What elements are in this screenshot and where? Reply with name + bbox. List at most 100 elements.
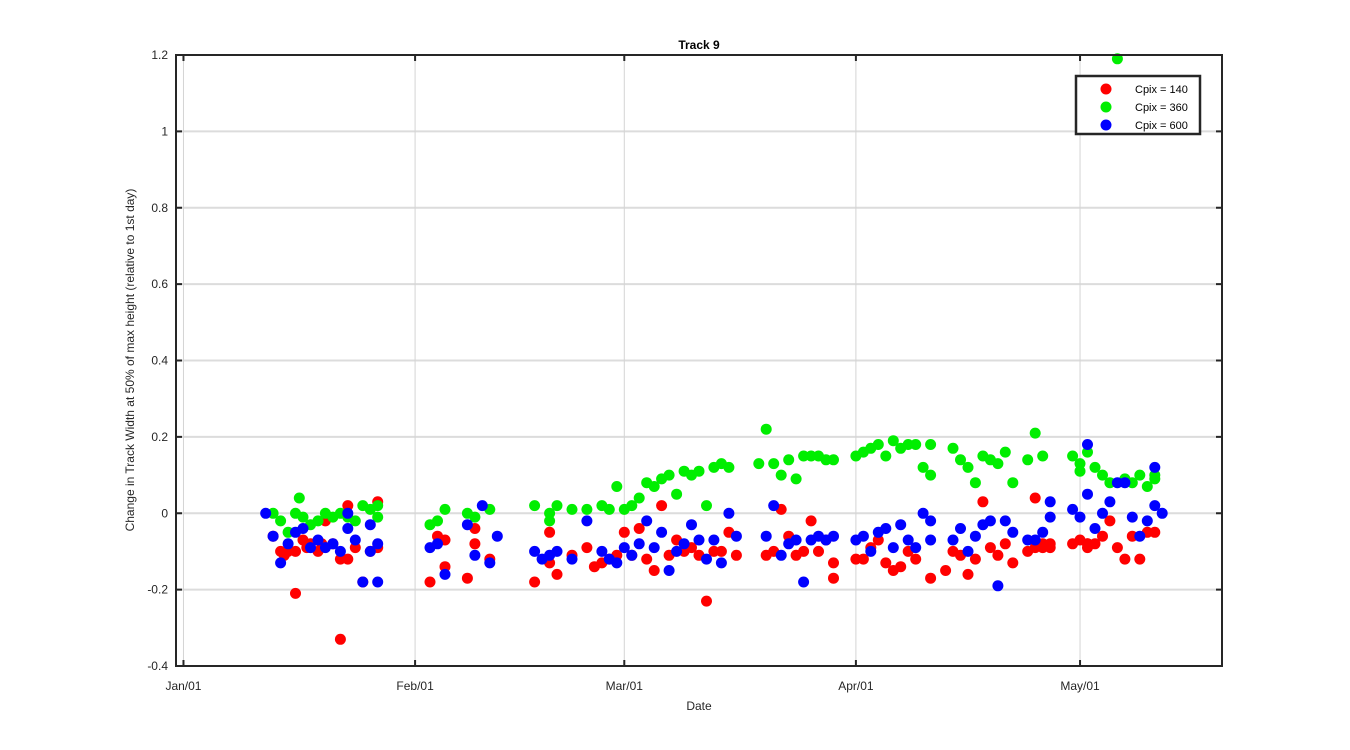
data-point-3 (566, 553, 578, 565)
data-point-3 (275, 557, 287, 569)
data-point-1 (701, 595, 712, 607)
legend-marker (1100, 83, 1112, 95)
data-point-1 (715, 545, 727, 557)
data-point-1 (828, 572, 839, 584)
legend-label: Cpix = 360 (1135, 102, 1188, 114)
data-point-2 (999, 446, 1011, 458)
data-point-1 (648, 565, 660, 576)
data-point-2 (693, 465, 705, 477)
data-point-3 (626, 549, 638, 561)
y-tick-label: 0.2 (151, 430, 168, 444)
data-point-2 (701, 500, 712, 512)
y-tick-label: 0 (161, 506, 168, 520)
data-point-1 (424, 576, 436, 588)
data-point-3 (865, 545, 877, 557)
data-point-2 (671, 488, 683, 500)
data-point-2 (723, 461, 735, 473)
legend: Cpix = 140 Cpix = 360 Cpix = 600 (1074, 74, 1202, 136)
data-point-3 (1104, 496, 1116, 508)
x-tick-label: Jan/01 (165, 679, 201, 693)
data-point-3 (1119, 477, 1131, 489)
data-point-3 (260, 507, 272, 519)
data-point-2 (1074, 465, 1086, 477)
y-tick-label: 0.8 (151, 201, 168, 215)
data-point-3 (775, 549, 787, 561)
data-point-3 (357, 576, 369, 588)
data-point-2 (783, 454, 795, 466)
legend-marker (1100, 101, 1112, 113)
data-point-3 (1134, 530, 1146, 542)
data-point-2 (962, 461, 974, 473)
data-point-3 (1149, 461, 1161, 473)
data-point-2 (603, 503, 615, 515)
data-point-3 (439, 568, 451, 580)
data-point-3 (947, 534, 959, 546)
data-point-3 (925, 515, 937, 527)
data-point-3 (469, 549, 481, 561)
data-point-3 (887, 542, 899, 554)
data-point-3 (686, 519, 697, 531)
data-point-3 (992, 580, 1004, 592)
data-point-3 (349, 534, 361, 546)
data-point-3 (828, 530, 839, 542)
data-point-2 (1007, 477, 1019, 489)
data-point-3 (1074, 511, 1086, 523)
data-point-1 (798, 545, 810, 557)
data-point-3 (342, 507, 354, 519)
data-point-3 (611, 557, 623, 569)
y-tick-label: -0.2 (147, 583, 168, 597)
data-point-3 (1007, 526, 1019, 538)
data-point-3 (581, 515, 593, 527)
data-point-2 (969, 477, 981, 489)
data-point-3 (267, 530, 279, 542)
x-tick-label: May/01 (1060, 679, 1100, 693)
data-point-1 (1149, 526, 1161, 538)
data-point-2 (372, 500, 384, 512)
data-point-2 (828, 454, 839, 466)
data-point-3 (334, 545, 346, 557)
data-point-2 (1022, 454, 1034, 466)
data-point-3 (1082, 488, 1093, 500)
data-point-1 (925, 572, 937, 584)
data-point-3 (648, 542, 660, 554)
data-point-2 (880, 450, 892, 462)
data-point-1 (656, 500, 668, 512)
data-point-3 (895, 519, 907, 531)
data-point-1 (992, 549, 1004, 561)
data-point-3 (984, 515, 996, 527)
data-point-2 (544, 515, 556, 527)
data-point-3 (1141, 515, 1153, 527)
y-tick-label: 0.6 (151, 277, 168, 291)
data-point-1 (551, 568, 563, 580)
data-point-1 (461, 572, 473, 584)
y-tick-label: 0.4 (151, 354, 168, 368)
data-point-3 (925, 534, 937, 546)
data-point-3 (484, 557, 496, 569)
data-point-3 (1089, 523, 1101, 534)
data-point-3 (491, 530, 503, 542)
data-point-1 (1111, 542, 1123, 554)
data-point-3 (1037, 526, 1049, 538)
data-point-1 (977, 496, 989, 508)
data-point-2 (872, 439, 884, 450)
data-point-3 (1044, 511, 1056, 523)
y-tick-label: 1 (161, 124, 168, 138)
x-tick-label: Apr/01 (838, 679, 874, 693)
data-point-2 (1134, 469, 1146, 481)
data-point-1 (730, 549, 742, 561)
scatter-chart: -0.4 -0.2 0 0.2 0.4 0.6 0.8 1 1.2 Jan/01 Feb/01 Mar… (0, 0, 1350, 750)
data-point-1 (828, 557, 839, 569)
data-point-3 (282, 538, 294, 550)
data-point-1 (581, 542, 593, 554)
data-point-3 (760, 530, 772, 542)
data-point-1 (805, 515, 817, 527)
data-point-2 (566, 503, 578, 515)
data-point-2 (790, 473, 802, 485)
x-tick-label: Mar/01 (606, 679, 644, 693)
data-point-3 (342, 523, 354, 534)
data-point-2 (992, 458, 1004, 470)
data-point-1 (940, 565, 952, 576)
data-point-3 (641, 515, 653, 527)
data-point-3 (476, 500, 488, 512)
data-point-1 (962, 568, 974, 580)
